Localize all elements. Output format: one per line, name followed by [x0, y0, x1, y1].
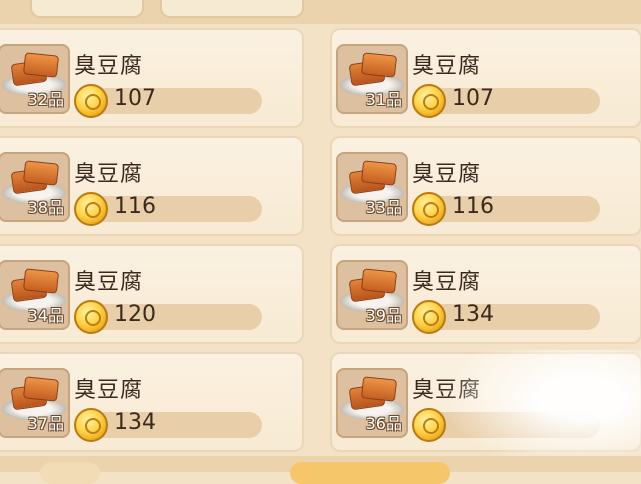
top-tab-strip [0, 0, 641, 24]
item-name: 臭豆腐 [412, 270, 482, 295]
screen-glare [440, 350, 641, 472]
item-price: 116 [114, 194, 156, 219]
gold-coin-icon [412, 192, 446, 226]
item-grade: 31品 [365, 90, 402, 109]
stinky-tofu-icon: 37品 [0, 368, 70, 438]
gold-coin-icon [74, 192, 108, 226]
top-tab-right[interactable] [160, 0, 304, 18]
top-tab-left[interactable] [30, 0, 144, 18]
item-grade: 38品 [27, 198, 64, 217]
stinky-tofu-icon: 31品 [336, 44, 408, 114]
bottom-button-left[interactable] [40, 462, 100, 484]
item-grade: 39品 [365, 306, 402, 325]
stinky-tofu-icon: 33品 [336, 152, 408, 222]
stinky-tofu-icon: 38品 [0, 152, 70, 222]
item-price: 107 [114, 86, 156, 111]
stinky-tofu-icon: 39品 [336, 260, 408, 330]
shop-item-card[interactable]: 34品 臭豆腐 120 [0, 244, 304, 344]
gold-coin-icon [412, 84, 446, 118]
gold-coin-icon [74, 300, 108, 334]
item-price: 134 [114, 410, 156, 435]
bottom-button-center[interactable] [290, 462, 450, 484]
item-grade: 34品 [27, 306, 64, 325]
shop-item-card[interactable]: 37品 臭豆腐 134 [0, 352, 304, 452]
shop-item-card[interactable]: 32品 臭豆腐 107 [0, 28, 304, 128]
shop-item-card[interactable]: 33品 臭豆腐 116 [330, 136, 641, 236]
gold-coin-icon [74, 84, 108, 118]
shop-item-card[interactable]: 39品 臭豆腐 134 [330, 244, 641, 344]
item-grade: 36品 [365, 414, 402, 433]
item-grade: 32品 [27, 90, 64, 109]
item-price: 116 [452, 194, 494, 219]
item-price: 120 [114, 302, 156, 327]
item-price: 107 [452, 86, 494, 111]
item-name: 臭豆腐 [412, 54, 482, 79]
item-grade: 37品 [27, 414, 64, 433]
item-name: 臭豆腐 [74, 378, 144, 403]
gold-coin-icon [74, 408, 108, 442]
item-name: 臭豆腐 [74, 54, 144, 79]
stinky-tofu-icon: 36品 [336, 368, 408, 438]
item-name: 臭豆腐 [74, 270, 144, 295]
item-name: 臭豆腐 [412, 162, 482, 187]
shop-item-card[interactable]: 31品 臭豆腐 107 [330, 28, 641, 128]
shop-item-card[interactable]: 38品 臭豆腐 116 [0, 136, 304, 236]
item-grade: 33品 [365, 198, 402, 217]
stinky-tofu-icon: 34品 [0, 260, 70, 330]
gold-coin-icon [412, 300, 446, 334]
item-name: 臭豆腐 [74, 162, 144, 187]
stinky-tofu-icon: 32品 [0, 44, 70, 114]
item-price: 134 [452, 302, 494, 327]
